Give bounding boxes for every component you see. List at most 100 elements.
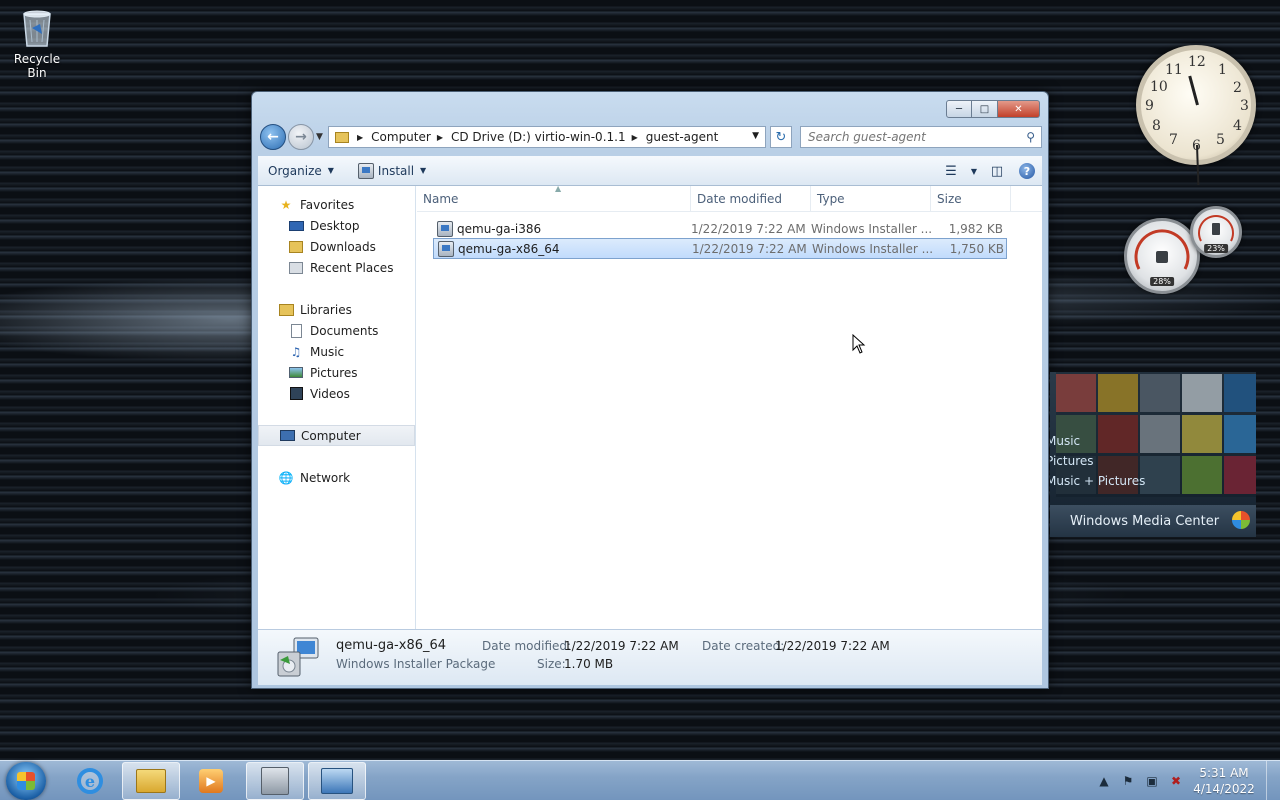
nav-documents-label: Documents	[310, 323, 379, 338]
address-history-dropdown[interactable]: ▼	[752, 131, 759, 141]
nav-recent-places[interactable]: Recent Places	[258, 257, 415, 278]
clock-number: 2	[1233, 80, 1242, 96]
cpu-meter-gadget[interactable]: 28%	[1124, 218, 1200, 294]
install-button[interactable]: Install ▼	[344, 156, 436, 186]
tray-clock[interactable]: 5:31 AM 4/14/2022	[1188, 765, 1260, 797]
details-size: 1.70 MB	[564, 657, 614, 671]
file-row[interactable]: qemu-ga-i386 1/22/2019 7:22 AM Windows I…	[433, 218, 1007, 239]
forward-button[interactable]: →	[288, 124, 314, 150]
file-date: 1/22/2019 7:22 AM	[692, 241, 807, 256]
taskbar-installer[interactable]	[246, 762, 304, 800]
refresh-button[interactable]: ↻	[770, 126, 792, 148]
mouse-cursor-icon	[852, 333, 866, 354]
chevron-down-icon: ▼	[970, 166, 978, 176]
search-box[interactable]: ⚲	[800, 126, 1042, 148]
nav-network-label: Network	[300, 470, 351, 485]
volume-muted-icon[interactable]: ✖	[1164, 774, 1188, 788]
start-button[interactable]	[6, 762, 46, 800]
nav-videos-label: Videos	[310, 386, 350, 401]
column-type-label: Type	[817, 192, 845, 206]
memory-meter-gadget[interactable]: 23%	[1190, 206, 1242, 258]
forward-arrow-icon: →	[295, 129, 307, 145]
clock-number: 9	[1145, 98, 1154, 114]
recycle-bin[interactable]: Recycle Bin	[4, 6, 70, 80]
taskbar-control-panel[interactable]	[308, 762, 366, 800]
nav-network[interactable]: 🌐 Network	[258, 467, 415, 488]
recent-pages-dropdown[interactable]: ▼	[316, 132, 323, 142]
details-size-label: Size:	[537, 657, 566, 671]
media-center-menu-pictures[interactable]: Pictures	[1050, 454, 1094, 468]
nav-favorites-label: Favorites	[300, 197, 355, 212]
maximize-button[interactable]: □	[972, 100, 998, 118]
minimize-button[interactable]: ─	[946, 100, 972, 118]
media-center-title-bar[interactable]: Windows Media Center	[1050, 505, 1256, 537]
media-center-menu-music-pictures[interactable]: Music + Pictures	[1050, 474, 1145, 488]
preview-pane-button[interactable]: ◫	[982, 164, 1012, 179]
chevron-right-icon[interactable]: ▶	[437, 133, 443, 142]
tray-time: 5:31 AM	[1199, 766, 1249, 780]
show-hidden-icons-button[interactable]: ▲	[1092, 774, 1116, 788]
back-button[interactable]: ←	[260, 124, 286, 150]
media-center-gadget[interactable]: Music Pictures Music + Pictures Windows …	[1050, 372, 1256, 537]
internet-explorer-icon: e	[77, 768, 103, 794]
clock-number: 4	[1233, 118, 1242, 134]
nav-pictures[interactable]: Pictures	[258, 362, 415, 383]
nav-documents[interactable]: Documents	[258, 320, 415, 341]
nav-videos[interactable]: Videos	[258, 383, 415, 404]
nav-favorites[interactable]: ★ Favorites	[258, 194, 415, 215]
nav-desktop[interactable]: Desktop	[258, 215, 415, 236]
navigation-pane: ★ Favorites Desktop Downloads Recent Pla…	[258, 186, 416, 629]
column-header-name[interactable]: Name ▲	[417, 184, 691, 212]
help-button[interactable]: ?	[1012, 163, 1042, 179]
close-button[interactable]: ✕	[998, 100, 1040, 118]
search-icon[interactable]: ⚲	[1026, 130, 1035, 144]
taskbar-internet-explorer[interactable]: e	[61, 762, 119, 800]
change-view-button[interactable]: ☰	[936, 164, 966, 179]
chevron-right-icon[interactable]: ▶	[357, 133, 363, 142]
clock-number: 8	[1152, 118, 1161, 134]
network-icon: 🌐	[278, 470, 294, 485]
tray-date: 4/14/2022	[1193, 782, 1255, 796]
column-header-size[interactable]: Size	[931, 186, 1011, 212]
view-options-dropdown[interactable]: ▼	[966, 167, 982, 176]
column-header-date-modified[interactable]: Date modified	[691, 186, 811, 212]
details-file-name: qemu-ga-x86_64	[336, 638, 447, 653]
column-headers: Name ▲ Date modified Type Size	[417, 184, 1042, 212]
nav-music[interactable]: ♫ Music	[258, 341, 415, 362]
clock-number: 5	[1216, 132, 1225, 148]
folder-icon	[335, 131, 349, 143]
media-player-icon: ▶	[199, 769, 223, 793]
nav-downloads[interactable]: Downloads	[258, 236, 415, 257]
details-date-modified: 1/22/2019 7:22 AM	[564, 639, 679, 653]
maximize-icon: □	[979, 103, 990, 115]
clock-gadget[interactable]: 12 1 2 3 4 5 6 7 8 9 10 11	[1136, 45, 1256, 186]
column-header-type[interactable]: Type	[811, 186, 931, 212]
organize-button[interactable]: Organize ▼	[258, 156, 344, 186]
desktop-icon	[288, 219, 304, 233]
action-center-icon[interactable]: ⚑	[1116, 774, 1140, 788]
explorer-window[interactable]: ─ □ ✕ ← → ▼ ▶ Computer ▶ CD Drive (D:) v…	[251, 91, 1049, 689]
clock-number: 3	[1240, 98, 1249, 114]
nav-libraries[interactable]: Libraries	[258, 299, 415, 320]
breadcrumb-cd-drive[interactable]: CD Drive (D:) virtio-win-0.1.1	[451, 130, 626, 144]
media-center-menu-music[interactable]: Music	[1050, 434, 1080, 448]
explorer-content: ★ Favorites Desktop Downloads Recent Pla…	[258, 184, 1042, 629]
minimize-icon: ─	[955, 103, 963, 115]
chevron-right-icon[interactable]: ▶	[632, 133, 638, 142]
recent-places-icon	[288, 261, 304, 275]
network-tray-icon[interactable]: ▣	[1140, 774, 1164, 788]
breadcrumb-guest-agent[interactable]: guest-agent	[646, 130, 719, 144]
installer-file-icon	[437, 220, 453, 237]
show-desktop-button[interactable]	[1266, 761, 1280, 800]
file-row-selected[interactable]: qemu-ga-x86_64 1/22/2019 7:22 AM Windows…	[433, 238, 1007, 259]
taskbar-media-player[interactable]: ▶	[182, 762, 240, 800]
taskbar-windows-explorer[interactable]	[122, 762, 180, 800]
pictures-icon	[288, 366, 304, 380]
search-input[interactable]	[808, 130, 1008, 144]
nav-libraries-label: Libraries	[300, 302, 352, 317]
breadcrumb-computer[interactable]: Computer	[371, 130, 431, 144]
address-bar[interactable]: ▶ Computer ▶ CD Drive (D:) virtio-win-0.…	[328, 126, 766, 148]
nav-computer[interactable]: Computer	[258, 425, 415, 446]
navigation-bar: ← → ▼ ▶ Computer ▶ CD Drive (D:) virtio-…	[260, 124, 1042, 150]
libraries-icon	[278, 303, 294, 317]
